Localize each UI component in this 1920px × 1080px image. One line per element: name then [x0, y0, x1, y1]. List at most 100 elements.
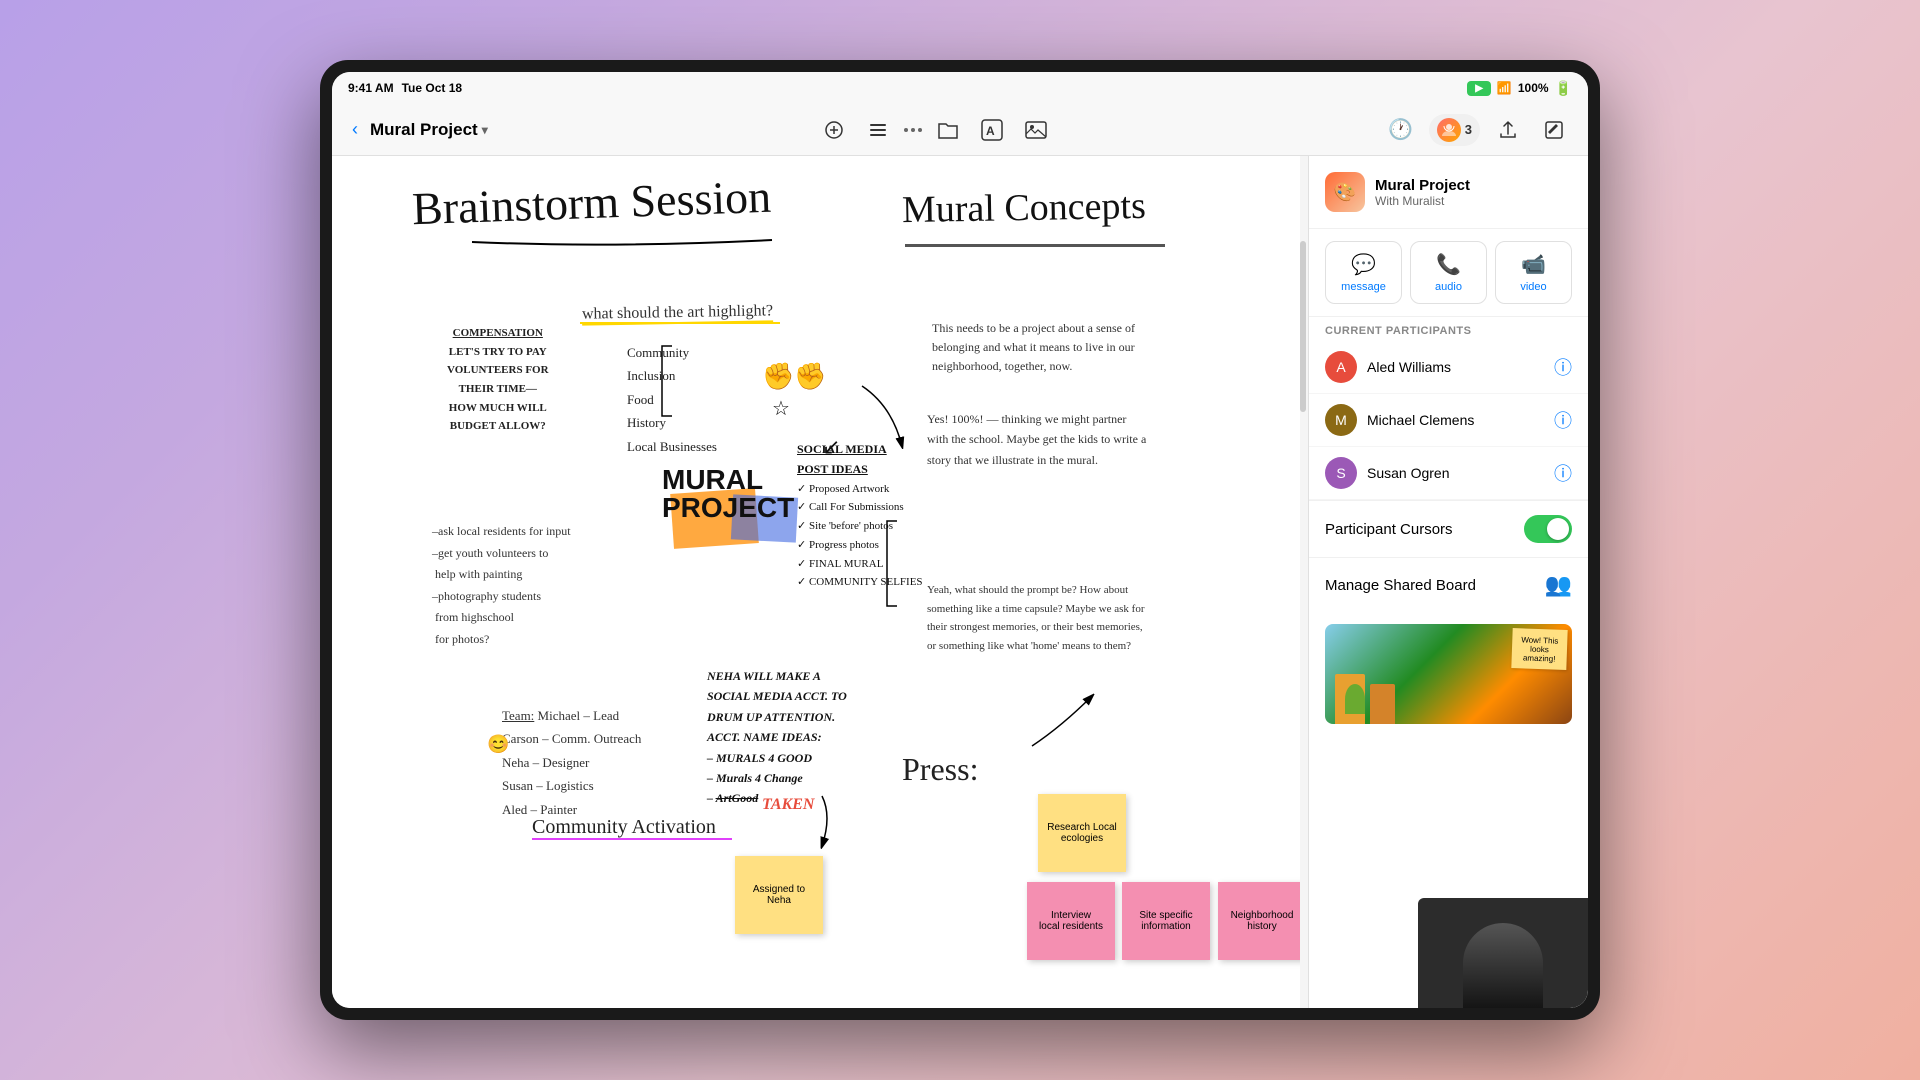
info-icon-susan[interactable]: ⓘ	[1554, 460, 1572, 486]
message-icon: 💬	[1351, 252, 1376, 277]
audio-button[interactable]: 📞 audio	[1410, 241, 1487, 304]
video-label: video	[1520, 281, 1546, 293]
tree-1	[1345, 684, 1365, 714]
whiteboard-scrollbar[interactable]	[1300, 156, 1308, 1008]
battery-icon: 🔋	[1555, 80, 1572, 97]
participant-cursors-toggle[interactable]	[1524, 515, 1572, 543]
panel-app-name: Mural Project	[1375, 177, 1470, 194]
camera-icon: ▶	[1467, 81, 1491, 96]
participant-row-susan: S Susan Ogren ⓘ	[1309, 447, 1588, 500]
board-thumbnail: Wow! This looks amazing!	[1325, 624, 1572, 724]
content-area: Brainstorm Session Mural Concepts what s…	[332, 156, 1588, 1008]
community-activation-underline	[532, 838, 732, 840]
artgood-strikethrough: ArtGood	[716, 791, 759, 805]
toolbar-right: 🕐 3	[1383, 112, 1572, 148]
mural-project-logo: MURALPROJECT	[642, 451, 822, 581]
panel-header: 🎨 Mural Project With Muralist	[1309, 156, 1588, 229]
sticky-site-specific: Site specificinformation	[1122, 882, 1210, 960]
toggle-knob	[1547, 518, 1569, 540]
project-title-container[interactable]: Mural Project ▾	[370, 120, 488, 140]
participants-badge[interactable]: 3	[1429, 114, 1480, 146]
participant-count: 3	[1465, 122, 1472, 137]
side-panel: 🎨 Mural Project With Muralist 💬 message …	[1308, 156, 1588, 1008]
status-time: 9:41 AM	[348, 81, 394, 95]
toolbar-center: A	[500, 112, 1371, 148]
participant-cursors-row: Participant Cursors	[1309, 500, 1588, 558]
team-section: Team: Michael – Lead Carson – Comm. Outr…	[502, 704, 641, 821]
participant-row-aled: A Aled Williams ⓘ	[1309, 341, 1588, 394]
avatar-michael: M	[1325, 404, 1357, 436]
smiley-icon: 😊	[487, 734, 509, 755]
whiteboard[interactable]: Brainstorm Session Mural Concepts what s…	[332, 156, 1308, 1008]
wow-sticky: Wow! This looks amazing!	[1511, 628, 1567, 670]
project-title-chevron: ▾	[482, 123, 488, 137]
manage-shared-board-icon: 👥	[1545, 572, 1572, 598]
yes-thinking-text: Yes! 100%! — thinking we might partner w…	[927, 409, 1147, 470]
brainstorm-title: Brainstorm Session	[411, 170, 772, 235]
team-label: Team:	[502, 708, 534, 723]
panel-subtitle: With Muralist	[1375, 194, 1470, 208]
more-options-button[interactable]	[904, 128, 922, 132]
building-2	[1370, 684, 1395, 724]
sticky-interview: Interviewlocal residents	[1027, 882, 1115, 960]
sticky-assigned-neha: Assigned toNeha	[735, 856, 823, 934]
what-should-underline	[580, 322, 780, 324]
message-label: message	[1341, 281, 1386, 293]
avatar-susan: S	[1325, 457, 1357, 489]
fist-emojis: ✊✊	[762, 361, 827, 392]
video-thumbnail	[1418, 898, 1588, 1008]
community-list: CommunityInclusionFoodHistoryLocal Busin…	[627, 341, 717, 458]
mural-concepts-underline	[905, 244, 1165, 247]
back-button[interactable]: ‹	[348, 115, 362, 144]
neha-section: NEHA WILL MAKE ASOCIAL MEDIA ACCT. TODRU…	[707, 666, 847, 809]
participant-name-aled: Aled Williams	[1367, 359, 1544, 375]
image-button[interactable]	[1018, 112, 1054, 148]
status-bar: 9:41 AM Tue Oct 18 ▶ 📶 100% 🔋	[332, 72, 1588, 104]
info-icon-michael[interactable]: ⓘ	[1554, 407, 1572, 433]
info-icon-aled[interactable]: ⓘ	[1554, 354, 1572, 380]
mural-concepts-title: Mural Concepts	[902, 184, 1147, 232]
compose-button[interactable]	[1536, 112, 1572, 148]
svg-text:A: A	[986, 124, 995, 138]
sticky-research-local: Research Localecologies	[1038, 794, 1126, 872]
message-button[interactable]: 💬 message	[1325, 241, 1402, 304]
participant-name-michael: Michael Clemens	[1367, 412, 1544, 428]
audio-label: audio	[1435, 281, 1462, 293]
list-tool-button[interactable]	[860, 112, 896, 148]
battery-label: 100%	[1518, 81, 1549, 95]
press-label: Press:	[902, 751, 978, 788]
manage-shared-board-row[interactable]: Manage Shared Board 👥	[1309, 558, 1588, 612]
video-person-silhouette	[1463, 923, 1543, 1008]
audio-icon: 📞	[1436, 252, 1461, 277]
avatar-aled: A	[1325, 351, 1357, 383]
pen-tool-button[interactable]	[816, 112, 852, 148]
social-media-section: SOCIAL MEDIAPOST IDEAS ✓ Proposed Artwor…	[797, 439, 923, 592]
participant-avatar-icon	[1437, 118, 1461, 142]
taken-label: TAKEN	[762, 796, 814, 814]
participant-row-michael: M Michael Clemens ⓘ	[1309, 394, 1588, 447]
compensation-lines: LET'S TRY TO PAYVOLUNTEERS FORTHEIR TIME…	[447, 343, 549, 436]
project-about-text: This needs to be a project about a sense…	[932, 319, 1142, 377]
participant-cursors-label: Participant Cursors	[1325, 521, 1453, 538]
activation-details: –ask local residents for input –get yout…	[432, 521, 571, 651]
comm-buttons-area: 💬 message 📞 audio 📹 video	[1309, 229, 1588, 317]
video-thumbnail-container	[1309, 736, 1588, 1008]
reactions-button[interactable]: 🕐	[1383, 112, 1419, 148]
share-button[interactable]	[1490, 112, 1526, 148]
participant-name-susan: Susan Ogren	[1367, 465, 1544, 481]
panel-title-group: Mural Project With Muralist	[1375, 177, 1470, 208]
ipad-screen: 9:41 AM Tue Oct 18 ▶ 📶 100% 🔋 ‹ Mural Pr…	[332, 72, 1588, 1008]
toolbar: ‹ Mural Project ▾	[332, 104, 1588, 156]
star-emoji: ☆	[772, 396, 790, 421]
thumbnail-section: Wow! This looks amazing!	[1309, 612, 1588, 736]
participants-section-label: CURRENT PARTICIPANTS	[1309, 317, 1588, 341]
folder-button[interactable]	[930, 112, 966, 148]
video-button[interactable]: 📹 video	[1495, 241, 1572, 304]
yeah-prompt-text: Yeah, what should the prompt be? How abo…	[927, 581, 1147, 656]
text-button[interactable]: A	[974, 112, 1010, 148]
sticky-neighborhood-history: Neighborhoodhistory	[1218, 882, 1306, 960]
social-media-title: SOCIAL MEDIAPOST IDEAS	[797, 439, 923, 480]
status-date: Tue Oct 18	[402, 81, 462, 95]
ipad-frame: 9:41 AM Tue Oct 18 ▶ 📶 100% 🔋 ‹ Mural Pr…	[320, 60, 1600, 1020]
wifi-icon: 📶	[1497, 81, 1512, 95]
